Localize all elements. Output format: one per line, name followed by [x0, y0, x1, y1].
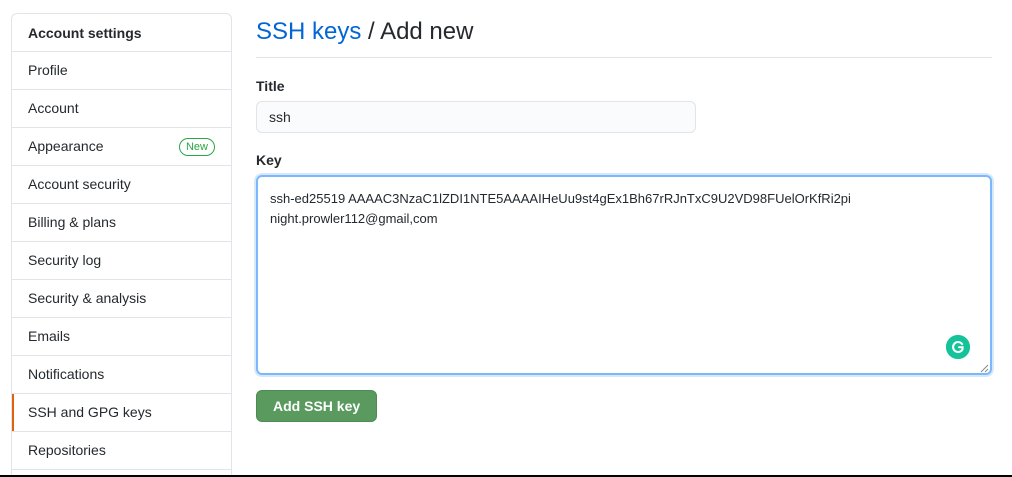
- sidebar-item-label: Appearance: [28, 138, 104, 154]
- sidebar-header: Account settings: [12, 14, 231, 52]
- sidebar-item-label: Account security: [28, 176, 131, 192]
- sidebar-item-account-security[interactable]: Account security: [12, 166, 231, 204]
- add-ssh-key-button[interactable]: Add SSH key: [256, 390, 378, 422]
- grammarly-glyph: [946, 335, 970, 359]
- settings-sidebar: Account settings Profile Account Appeara…: [11, 13, 232, 477]
- sidebar-item-label: Security log: [28, 252, 102, 268]
- sidebar-item-label: Account: [28, 100, 79, 116]
- new-badge: New: [178, 138, 215, 156]
- page-title: SSH keys / Add new: [256, 18, 992, 58]
- sidebar-item-label: Security & analysis: [28, 290, 147, 306]
- sidebar-item-label: Notifications: [28, 366, 105, 382]
- sidebar-item-account[interactable]: Account: [12, 90, 231, 128]
- sidebar-item-billing[interactable]: Billing & plans: [12, 204, 231, 242]
- sidebar-item-ssh-gpg-keys[interactable]: SSH and GPG keys: [12, 394, 231, 432]
- sidebar-item-label: Emails: [28, 328, 71, 344]
- sidebar-item-notifications[interactable]: Notifications: [12, 356, 231, 394]
- key-textarea[interactable]: ssh-ed25519 AAAAC3NzaC1lZDI1NTE5AAAAIHeU…: [256, 175, 992, 375]
- key-label: Key: [256, 152, 282, 168]
- title-input[interactable]: ssh: [256, 101, 696, 133]
- title-label: Title: [256, 78, 285, 94]
- sidebar-item-label: Repositories: [28, 442, 106, 458]
- breadcrumb-current: Add new: [380, 18, 474, 45]
- sidebar-item-appearance[interactable]: Appearance New: [12, 128, 231, 166]
- main-content: SSH keys / Add new Title ssh Key ssh-ed2…: [256, 0, 992, 422]
- breadcrumb-separator: /: [361, 18, 381, 45]
- sidebar-item-label: Billing & plans: [28, 214, 116, 230]
- resize-handle-icon[interactable]: [979, 363, 989, 373]
- sidebar-item-security-analysis[interactable]: Security & analysis: [12, 280, 231, 318]
- breadcrumb-ssh-keys-link[interactable]: SSH keys: [256, 18, 361, 45]
- sidebar-item-label: Profile: [28, 62, 68, 78]
- sidebar-item-repositories[interactable]: Repositories: [12, 432, 231, 470]
- grammarly-icon[interactable]: [946, 335, 970, 359]
- sidebar-item-emails[interactable]: Emails: [12, 318, 231, 356]
- sidebar-item-profile[interactable]: Profile: [12, 52, 231, 90]
- sidebar-item-label: SSH and GPG keys: [28, 404, 152, 420]
- sidebar-item-security-log[interactable]: Security log: [12, 242, 231, 280]
